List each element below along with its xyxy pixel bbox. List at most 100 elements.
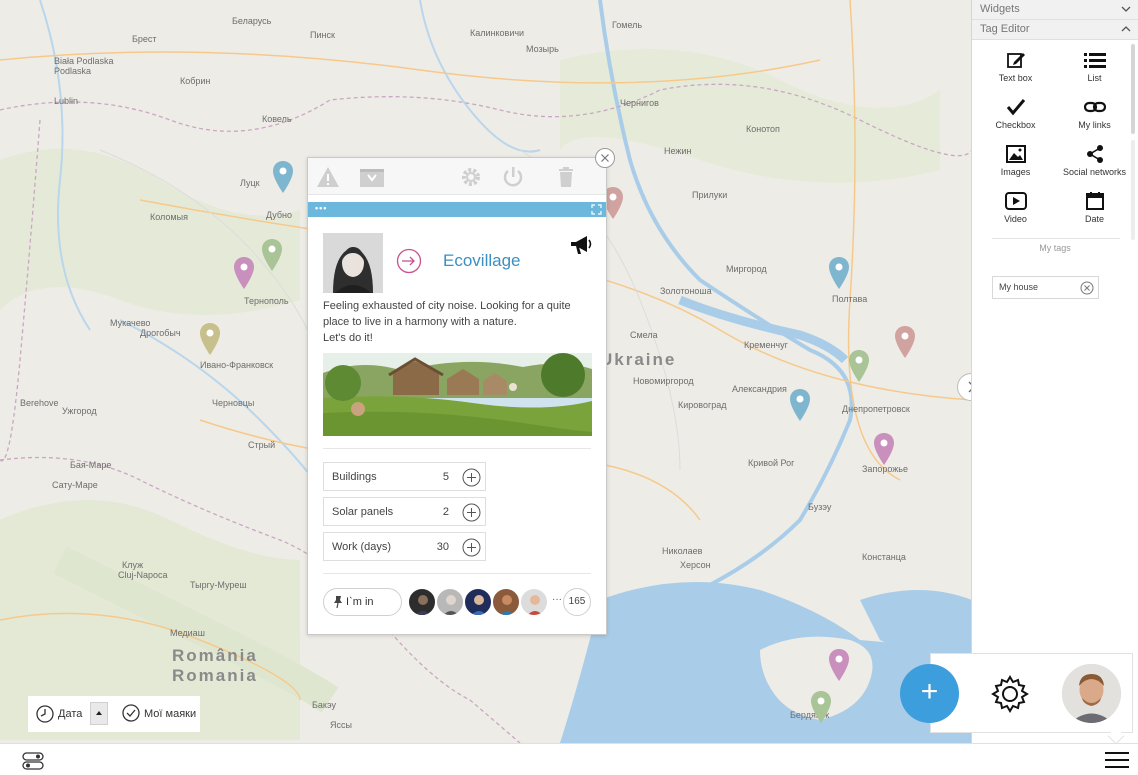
layers-toggle-icon[interactable] bbox=[22, 752, 44, 770]
city-label: Кременчуг bbox=[744, 340, 788, 350]
right-sidebar: Widgets Tag Editor Text box List Checkbo… bbox=[971, 0, 1138, 743]
description-line: Feeling exhausted of city noise. Looking… bbox=[323, 300, 571, 312]
counter-value: 5 bbox=[442, 471, 449, 483]
close-icon bbox=[601, 154, 609, 162]
map-pin-green[interactable] bbox=[261, 238, 283, 272]
city-label: Золотоноша bbox=[660, 286, 712, 296]
city-label: Кобрин bbox=[180, 76, 211, 86]
participant-avatar[interactable] bbox=[520, 588, 548, 616]
city-label: Пинск bbox=[310, 30, 335, 40]
city-label: Днепропетровск bbox=[842, 404, 910, 414]
map-pin-green[interactable] bbox=[810, 690, 832, 724]
caret-up-icon bbox=[96, 711, 102, 715]
expand-icon[interactable] bbox=[591, 204, 602, 215]
map-pin-rose[interactable] bbox=[894, 325, 916, 359]
map-pin-pink[interactable] bbox=[233, 256, 255, 290]
widgets-section-header[interactable]: Widgets bbox=[972, 0, 1138, 20]
map-pin-blue[interactable] bbox=[789, 388, 811, 422]
check-icon bbox=[1006, 99, 1025, 116]
sidebar-scrollbar-track[interactable] bbox=[1131, 140, 1135, 240]
drag-handle-icon[interactable]: ••• bbox=[315, 203, 327, 213]
map-pin-pink[interactable] bbox=[828, 648, 850, 682]
city-label: Сату-Маре bbox=[52, 480, 98, 490]
tool-label: Date bbox=[1084, 214, 1104, 224]
tag-editor-section-header[interactable]: Tag Editor bbox=[972, 20, 1138, 40]
image-icon bbox=[1005, 145, 1026, 163]
map-pin-green[interactable] bbox=[848, 349, 870, 383]
gear-icon[interactable] bbox=[460, 166, 482, 188]
tool-my-links[interactable]: My links bbox=[1055, 93, 1134, 140]
hamburger-menu-icon[interactable] bbox=[1105, 751, 1129, 769]
warning-icon[interactable] bbox=[316, 166, 340, 188]
tag-input-value: My house bbox=[999, 282, 1039, 292]
city-label: Ковель bbox=[262, 114, 292, 124]
tool-checkbox[interactable]: Checkbox bbox=[976, 93, 1055, 140]
megaphone-icon[interactable] bbox=[568, 233, 594, 257]
map-pin-pink[interactable] bbox=[873, 432, 895, 466]
city-label: Новомиргород bbox=[633, 376, 694, 386]
date-label[interactable]: Дата bbox=[58, 708, 82, 720]
tool-images[interactable]: Images bbox=[976, 140, 1055, 187]
city-label: Тернополь bbox=[244, 296, 289, 306]
power-icon[interactable] bbox=[502, 166, 524, 188]
video-icon bbox=[1004, 192, 1027, 210]
im-in-button[interactable]: I`m in bbox=[323, 588, 402, 616]
city-label: Яссы bbox=[330, 720, 352, 730]
city-label: Нежин bbox=[664, 146, 692, 156]
participant-avatar[interactable] bbox=[464, 588, 492, 616]
add-button[interactable]: + bbox=[900, 664, 959, 723]
city-label: Дубно bbox=[266, 210, 293, 220]
map-pin-olive[interactable] bbox=[199, 322, 221, 356]
participant-avatar[interactable] bbox=[436, 588, 464, 616]
popup-drag-bar[interactable]: ••• bbox=[308, 202, 606, 217]
my-beacons-label[interactable]: Мої маяки bbox=[144, 708, 196, 720]
participant-avatar[interactable] bbox=[492, 588, 520, 616]
counter-value: 2 bbox=[442, 506, 449, 518]
map-pin-blue[interactable] bbox=[828, 256, 850, 290]
settings-gear-icon[interactable] bbox=[990, 674, 1030, 714]
date-stepper-up[interactable] bbox=[90, 702, 108, 725]
city-label: Бузэу bbox=[808, 502, 832, 512]
city-label: Ивано-Франковск bbox=[200, 360, 274, 370]
city-label: Медиаш bbox=[170, 628, 205, 638]
sidebar-scrollbar-thumb[interactable] bbox=[1131, 44, 1135, 134]
pushpin-icon bbox=[334, 596, 342, 609]
list-icon bbox=[1083, 53, 1106, 68]
ecovillage-photo[interactable] bbox=[323, 353, 592, 436]
participant-avatar[interactable] bbox=[408, 588, 436, 616]
tool-video[interactable]: Video bbox=[976, 187, 1055, 234]
tag-editor-tools: Text box List Checkbox My links Images S… bbox=[972, 40, 1138, 234]
city-label: Дрогобыч bbox=[140, 328, 181, 338]
current-user-avatar[interactable] bbox=[1062, 664, 1121, 723]
author-avatar[interactable] bbox=[323, 233, 383, 293]
tool-list[interactable]: List bbox=[1055, 46, 1134, 93]
join-icon[interactable] bbox=[396, 248, 422, 274]
map-pin-blue[interactable] bbox=[272, 160, 294, 194]
city-label: Коломыя bbox=[150, 212, 188, 222]
counter-label: Solar panels bbox=[332, 506, 394, 518]
clear-icon[interactable] bbox=[1080, 281, 1094, 295]
popup-close-button[interactable] bbox=[595, 148, 615, 168]
tool-social-networks[interactable]: Social networks bbox=[1055, 140, 1134, 187]
clock-icon[interactable] bbox=[36, 705, 54, 723]
city-label: Херсон bbox=[680, 560, 711, 570]
participants-count[interactable]: 165 bbox=[563, 588, 591, 616]
city-label: Чернигов bbox=[620, 98, 659, 108]
counter-solar-panels: Solar panels 2 bbox=[323, 497, 486, 526]
trash-icon[interactable] bbox=[558, 166, 574, 188]
tag-input[interactable]: My house bbox=[992, 276, 1099, 299]
tool-date[interactable]: Date bbox=[1055, 187, 1134, 234]
check-circle-icon[interactable] bbox=[122, 704, 140, 722]
tool-text-box[interactable]: Text box bbox=[976, 46, 1055, 93]
plus-circle-icon[interactable] bbox=[462, 468, 481, 487]
city-label: Смела bbox=[630, 330, 658, 340]
counter-label: Work (days) bbox=[332, 541, 392, 553]
plus-circle-icon[interactable] bbox=[462, 503, 481, 522]
archive-icon[interactable] bbox=[359, 166, 385, 188]
calendar-icon bbox=[1085, 192, 1104, 210]
plus-circle-icon[interactable] bbox=[462, 538, 481, 557]
my-tags-label: My tags bbox=[1039, 243, 1071, 253]
city-label: Бакэу bbox=[312, 700, 337, 710]
edit-icon bbox=[1006, 53, 1025, 68]
tool-label: Social networks bbox=[1062, 167, 1127, 177]
